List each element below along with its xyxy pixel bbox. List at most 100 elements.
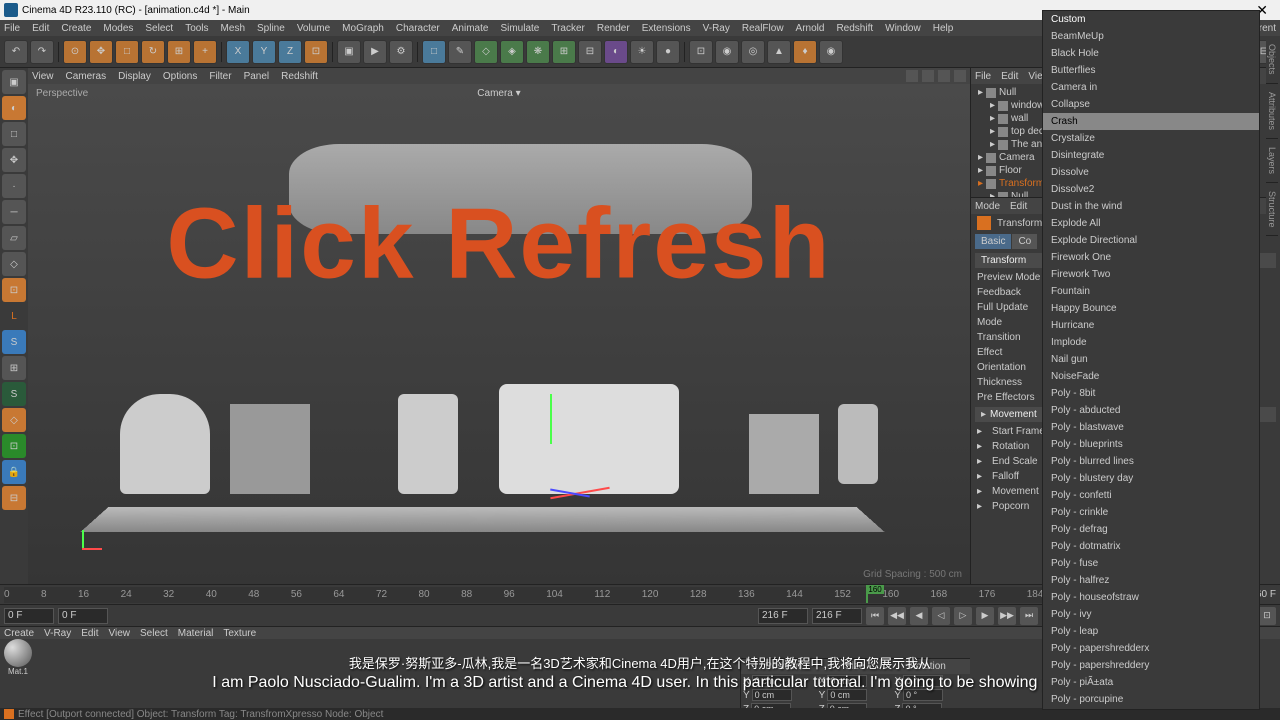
start-frame-input[interactable] [4, 608, 54, 624]
lock-workplane[interactable]: 🔒 [2, 460, 26, 484]
dd-item-poly---crinkle[interactable]: Poly - crinkle [1043, 504, 1259, 521]
vp-options[interactable]: Options [163, 71, 197, 82]
dd-item-poly---pi--ata[interactable]: Poly - piÃ±ata [1043, 674, 1259, 691]
attr-menu-edit[interactable]: Edit [1010, 201, 1027, 212]
uv-mode[interactable]: ◇ [2, 252, 26, 276]
dd-item-poly---blueprints[interactable]: Poly - blueprints [1043, 436, 1259, 453]
polygon-mode[interactable]: ▱ [2, 226, 26, 250]
menu-create[interactable]: Create [61, 23, 91, 34]
snap-toggle[interactable]: S [2, 330, 26, 354]
play-backward[interactable]: ◁ [932, 607, 950, 625]
play-forward[interactable]: ▷ [954, 607, 972, 625]
dd-item-poly---8bit[interactable]: Poly - 8bit [1043, 385, 1259, 402]
menu-tracker[interactable]: Tracker [551, 23, 585, 34]
menu-redshift[interactable]: Redshift [836, 23, 873, 34]
menu-select[interactable]: Select [145, 23, 173, 34]
rtab-layers[interactable]: Layers [1266, 139, 1278, 183]
menu-spline[interactable]: Spline [257, 23, 285, 34]
vp-cameras[interactable]: Cameras [66, 71, 107, 82]
attr-tab-coord[interactable]: Co [1012, 234, 1037, 249]
vp-filter[interactable]: Filter [209, 71, 231, 82]
menu-window[interactable]: Window [885, 23, 921, 34]
obj-menu-file[interactable]: File [975, 71, 991, 82]
dd-item-collapse[interactable]: Collapse [1043, 96, 1259, 113]
menu-mesh[interactable]: Mesh [221, 23, 245, 34]
dd-item-poly---porcupine[interactable]: Poly - porcupine [1043, 691, 1259, 708]
dd-item-poly---houseofstraw[interactable]: Poly - houseofstraw [1043, 589, 1259, 606]
model-mode[interactable]: ▣ [2, 70, 26, 94]
dd-item-poly---fuse[interactable]: Poly - fuse [1043, 555, 1259, 572]
obj-menu-edit[interactable]: Edit [1001, 71, 1018, 82]
menu-simulate[interactable]: Simulate [500, 23, 539, 34]
extra3[interactable]: ▲ [767, 40, 791, 64]
cube-primitive[interactable]: □ [422, 40, 446, 64]
generators[interactable]: ◈ [500, 40, 524, 64]
dd-item-butterflies[interactable]: Butterflies [1043, 62, 1259, 79]
point-mode[interactable]: · [2, 174, 26, 198]
coord-button[interactable]: ⊡ [304, 40, 328, 64]
goto-prev-key[interactable]: ◀◀ [888, 607, 906, 625]
menu-file[interactable]: File [4, 23, 20, 34]
menu-edit[interactable]: Edit [32, 23, 49, 34]
menu-animate[interactable]: Animate [452, 23, 489, 34]
key-extra2[interactable]: ⊡ [1258, 607, 1276, 625]
vp-view[interactable]: View [32, 71, 54, 82]
dd-item-poly---leap[interactable]: Poly - leap [1043, 623, 1259, 640]
dd-item-hurricane[interactable]: Hurricane [1043, 317, 1259, 334]
vp-display[interactable]: Display [118, 71, 151, 82]
menu-modes[interactable]: Modes [103, 23, 133, 34]
mat-vray[interactable]: V-Ray [44, 628, 71, 639]
mat-texture[interactable]: Texture [223, 628, 256, 639]
menu-help[interactable]: Help [933, 23, 954, 34]
menu-volume[interactable]: Volume [297, 23, 330, 34]
redo-button[interactable]: ↷ [30, 40, 54, 64]
mat-material[interactable]: Material [178, 628, 214, 639]
dd-item-poly---scantron[interactable]: Poly - scantron [1043, 708, 1259, 710]
goto-next-key[interactable]: ▶▶ [998, 607, 1016, 625]
l-shape-icon[interactable]: L [2, 304, 26, 328]
fields[interactable]: ⊞ [552, 40, 576, 64]
vp-nav2[interactable] [922, 70, 934, 82]
vp-nav1[interactable] [906, 70, 918, 82]
dd-item-camera-in[interactable]: Camera in [1043, 79, 1259, 96]
dd-item-noisefade[interactable]: NoiseFade [1043, 368, 1259, 385]
preset-dropdown[interactable]: Custom BeamMeUpBlack HoleButterfliesCame… [1042, 10, 1260, 710]
object-mode[interactable]: □ [2, 122, 26, 146]
menu-extensions[interactable]: Extensions [642, 23, 691, 34]
dd-item-disintegrate[interactable]: Disintegrate [1043, 147, 1259, 164]
last-tool[interactable]: ⊞ [167, 40, 191, 64]
dd-item-black-hole[interactable]: Black Hole [1043, 45, 1259, 62]
goto-start[interactable]: ⏮ [866, 607, 884, 625]
scale-tool[interactable]: □ [115, 40, 139, 64]
menu-arnold[interactable]: Arnold [796, 23, 825, 34]
attr-tab-basic[interactable]: Basic [975, 234, 1011, 249]
rtab-objects[interactable]: Objects [1266, 36, 1278, 84]
tweak-mode[interactable]: ⊡ [2, 278, 26, 302]
mat-view[interactable]: View [108, 628, 130, 639]
dd-item-poly---blurred-lines[interactable]: Poly - blurred lines [1043, 453, 1259, 470]
rtab-attributes[interactable]: Attributes [1266, 84, 1278, 139]
rtab-structure[interactable]: Structure [1266, 183, 1278, 237]
step-back[interactable]: ◀ [910, 607, 928, 625]
render-view[interactable]: ▣ [337, 40, 361, 64]
extra1[interactable]: ◉ [715, 40, 739, 64]
dd-item-poly---defrag[interactable]: Poly - defrag [1043, 521, 1259, 538]
menu-tools[interactable]: Tools [185, 23, 208, 34]
pen-tool[interactable]: ✎ [448, 40, 472, 64]
cur-frame-input[interactable] [812, 608, 862, 624]
material-preview[interactable] [4, 639, 32, 667]
dd-item-dust-in-the-wind[interactable]: Dust in the wind [1043, 198, 1259, 215]
dd-item-poly---papershredderx[interactable]: Poly - papershredderx [1043, 640, 1259, 657]
dd-item-poly---ivy[interactable]: Poly - ivy [1043, 606, 1259, 623]
dd-item-nail-gun[interactable]: Nail gun [1043, 351, 1259, 368]
plus-tool[interactable]: + [193, 40, 217, 64]
menu-vray[interactable]: V-Ray [703, 23, 730, 34]
undo-button[interactable]: ↶ [4, 40, 28, 64]
environment[interactable]: ⊟ [578, 40, 602, 64]
viewport[interactable]: Perspective Camera ▾ [28, 84, 970, 584]
texture-mode[interactable]: ◐ [2, 96, 26, 120]
vp-nav4[interactable] [954, 70, 966, 82]
render-settings[interactable]: ⚙ [389, 40, 413, 64]
dd-item-beammeup[interactable]: BeamMeUp [1043, 28, 1259, 45]
dd-item-explode-all[interactable]: Explode All [1043, 215, 1259, 232]
